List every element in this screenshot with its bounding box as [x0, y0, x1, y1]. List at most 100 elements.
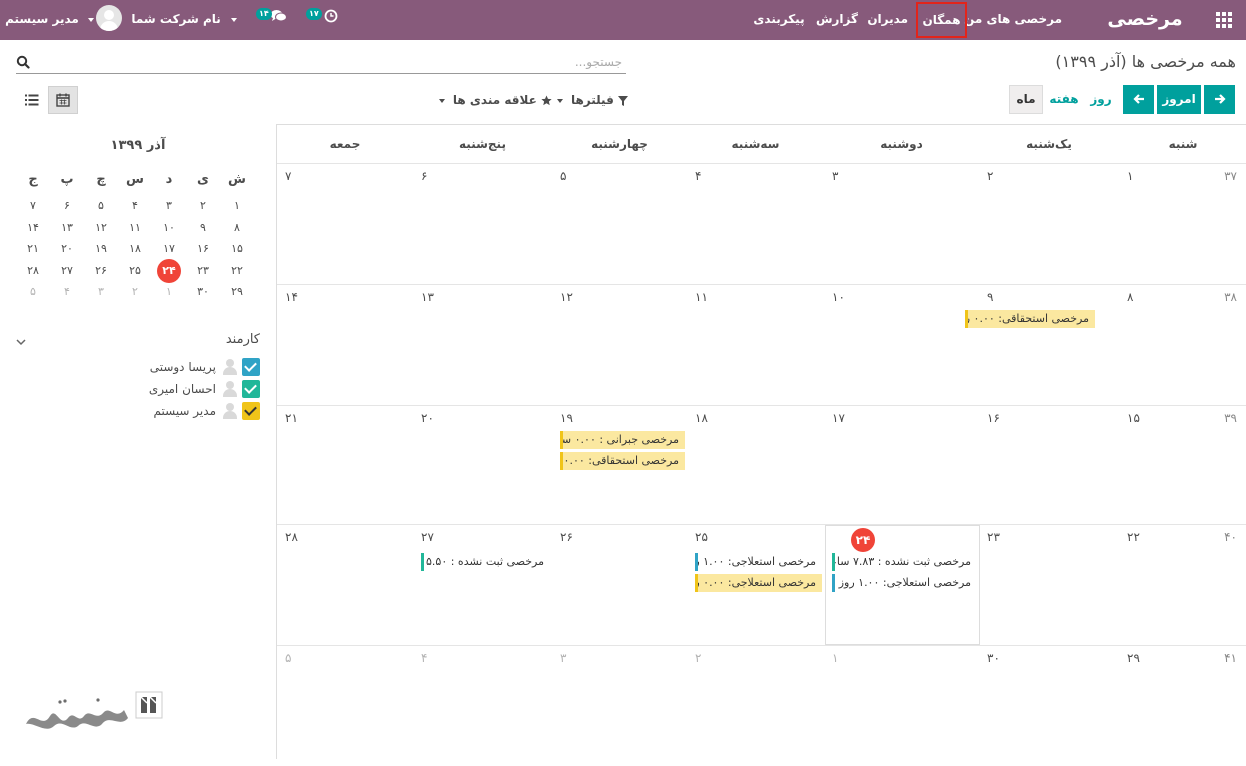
mini-day[interactable]: ۶	[51, 196, 83, 216]
mini-day[interactable]: ۵	[17, 282, 49, 302]
employee-checkbox[interactable]	[242, 380, 260, 398]
search-input[interactable]	[38, 52, 624, 72]
scale-day-button[interactable]: روز	[1086, 85, 1116, 114]
mini-day[interactable]: ۴	[51, 282, 83, 302]
employee-checkbox[interactable]	[242, 358, 260, 376]
mini-day[interactable]: ۲۵	[119, 261, 151, 281]
mini-day[interactable]: ۳	[85, 282, 117, 302]
mini-day[interactable]: ۱۴	[17, 218, 49, 238]
activities-button[interactable]: ۱۷	[304, 8, 338, 28]
mini-day[interactable]: ۷	[17, 196, 49, 216]
mini-day[interactable]: ۱۸	[119, 239, 151, 259]
day-number: ۱	[832, 651, 839, 665]
previous-button[interactable]	[1204, 85, 1235, 114]
mini-day[interactable]: ۱۱	[119, 218, 151, 238]
chevron-down-icon	[438, 98, 445, 103]
mini-day[interactable]: ۱۵	[221, 239, 253, 259]
mini-weekday-header: ج	[28, 172, 38, 187]
apps-menu-icon[interactable]	[1216, 12, 1232, 28]
mini-calendar-title: آذر ۱۳۹۹	[110, 138, 166, 153]
scale-week-button[interactable]: هفته	[1044, 85, 1084, 114]
weekday-header: شنبه	[1168, 137, 1198, 151]
leave-event[interactable]: مرخصی استحقاقی: ۰.۰۰ روز	[965, 310, 1095, 328]
employee-avatar-icon	[222, 359, 238, 375]
leave-event[interactable]: مرخصی ثبت نشده : ۵.۵۰ ساعت	[421, 553, 550, 571]
day-number: ۱۳	[421, 290, 434, 304]
mini-day[interactable]: ۱۲	[85, 218, 117, 238]
app-brand: مرخصی	[1107, 8, 1183, 30]
mini-day[interactable]: ۱۹	[85, 239, 117, 259]
mini-day[interactable]: ۲	[119, 282, 151, 302]
menu-managers[interactable]: مدیران	[867, 0, 908, 40]
day-number: ۲۰	[421, 411, 434, 425]
mini-day[interactable]: ۱۰	[153, 218, 185, 238]
watermark-logo	[26, 691, 163, 729]
mini-day[interactable]: ۱۷	[153, 239, 185, 259]
chevron-down-icon[interactable]	[16, 338, 26, 346]
leave-event[interactable]: مرخصی جبرانی : ۰.۰۰ ساعت	[560, 431, 685, 449]
mini-day[interactable]: ۳	[153, 196, 185, 216]
top-navbar: مرخصی مرخصی های من همگان مدیران گزارش پی…	[0, 0, 1246, 40]
today-button[interactable]: امروز	[1157, 85, 1201, 114]
menu-configuration[interactable]: پیکربندی	[752, 0, 806, 40]
weekday-header: چهارشنبه	[591, 137, 648, 151]
search-icon[interactable]	[16, 55, 30, 69]
mini-day[interactable]: ۲۰	[51, 239, 83, 259]
leave-event[interactable]: مرخصی استعلاجی: ۰.۰۰ روز	[695, 574, 822, 592]
favorites-dropdown[interactable]: علاقه مندی ها	[438, 92, 552, 108]
employee-filter-item[interactable]: پریسا دوستی	[140, 357, 260, 377]
list-view-button[interactable]	[17, 86, 47, 114]
mini-day[interactable]: ۱۶	[187, 239, 219, 259]
mini-day[interactable]: ۸	[221, 218, 253, 238]
mini-day[interactable]: ۱۳	[51, 218, 83, 238]
employee-checkbox[interactable]	[242, 402, 260, 420]
mini-day[interactable]: ۲۲	[221, 261, 253, 281]
day-number: ۹	[987, 290, 994, 304]
day-number: ۱۶	[987, 411, 1000, 425]
company-name: نام شرکت شما	[131, 12, 221, 26]
mini-day[interactable]: ۱	[153, 282, 185, 302]
day-number: ۲۱	[285, 411, 298, 425]
mini-day[interactable]: ۳۰	[187, 282, 219, 302]
employee-avatar-icon	[222, 381, 238, 397]
search-bar	[16, 52, 626, 74]
mini-day[interactable]: ۲۳	[187, 261, 219, 281]
messages-button[interactable]: ۱۴	[254, 8, 288, 28]
menu-reporting[interactable]: گزارش	[816, 0, 858, 40]
day-number: ۱۹	[560, 411, 573, 425]
day-number: ۵	[560, 169, 567, 183]
mini-weekday-header: ی	[197, 172, 209, 187]
calendar-view-button[interactable]	[48, 86, 78, 114]
mini-day[interactable]: ۴	[119, 196, 151, 216]
mini-day[interactable]: ۹	[187, 218, 219, 238]
mini-day[interactable]: ۲۸	[17, 261, 49, 281]
mini-day[interactable]: ۵	[85, 196, 117, 216]
company-switcher[interactable]: نام شرکت شما	[131, 0, 237, 40]
next-button[interactable]	[1123, 85, 1154, 114]
mini-today[interactable]: ۲۴	[157, 258, 181, 283]
day-number: ۱۵	[1127, 411, 1140, 425]
filters-dropdown[interactable]: فیلترها	[556, 92, 628, 108]
menu-everyone[interactable]: همگان	[916, 2, 967, 38]
mini-day[interactable]: ۲۷	[51, 261, 83, 281]
day-number: ۱۲	[560, 290, 573, 304]
mini-day[interactable]: ۱	[221, 196, 253, 216]
weekday-header: پنج‌شنبه	[459, 137, 506, 151]
mini-day[interactable]: ۲۶	[85, 261, 117, 281]
user-avatar[interactable]	[96, 5, 122, 31]
leave-event[interactable]: مرخصی استعلاجی: ۱.۰۰ روز	[695, 553, 822, 571]
day-number: ۲	[987, 169, 994, 183]
day-number: ۴	[421, 651, 428, 665]
leave-event[interactable]: مرخصی استحقاقی: ۰.۰۰ روز	[560, 452, 685, 470]
mini-day[interactable]: ۲۹	[221, 282, 253, 302]
user-menu[interactable]: مدیر سیستم	[5, 0, 94, 40]
employee-filter-item[interactable]: مدیر سیستم	[140, 401, 260, 421]
employee-filter-item[interactable]: احسان امیری	[140, 379, 260, 399]
leave-event[interactable]: مرخصی ثبت نشده : ۷.۸۳ ساعت	[832, 553, 977, 571]
menu-my-time-off[interactable]: مرخصی های من	[964, 0, 1062, 40]
chevron-down-icon	[556, 98, 563, 103]
mini-day[interactable]: ۲۱	[17, 239, 49, 259]
leave-event[interactable]: مرخصی استعلاجی: ۱.۰۰ روز	[832, 574, 977, 592]
mini-day[interactable]: ۲	[187, 196, 219, 216]
scale-month-button[interactable]: ماه	[1009, 85, 1043, 114]
